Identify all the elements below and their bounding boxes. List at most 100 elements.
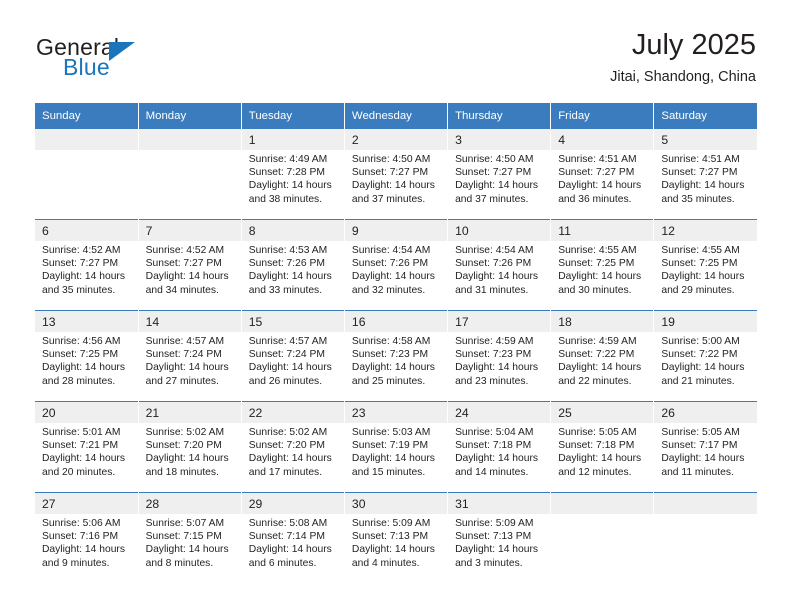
day-detail-lines: Sunrise: 5:01 AM Sunset: 7:21 PM Daylight:… xyxy=(35,423,138,479)
calendar-day-cell[interactable]: 20 Sunrise: 5:01 AM Sunset: 7:21 PM Dayligh… xyxy=(35,401,139,493)
daylight-text: and 35 minutes. xyxy=(661,193,735,205)
sunset-text: Sunset: 7:22 PM xyxy=(661,349,738,361)
sunset-text: Sunset: 7:18 PM xyxy=(558,440,635,452)
day-number xyxy=(551,493,654,514)
daylight-text: and 30 minutes. xyxy=(558,284,632,296)
daylight-text: Daylight: 14 hours xyxy=(351,180,435,192)
calendar-day-cell[interactable]: 18 Sunrise: 4:59 AM Sunset: 7:22 PM Dayligh… xyxy=(550,310,655,402)
calendar-day-cell[interactable]: 5 Sunrise: 4:51 AM Sunset: 7:27 PM Daylight… xyxy=(653,128,757,220)
calendar-day-cell[interactable]: 19 Sunrise: 5:00 AM Sunset: 7:22 PM Dayligh… xyxy=(653,310,757,402)
day-detail-lines: Sunrise: 4:53 AM Sunset: 7:26 PM Daylight:… xyxy=(242,241,344,297)
sunset-text: Sunset: 7:24 PM xyxy=(248,349,325,361)
daylight-text: Daylight: 14 hours xyxy=(455,180,539,192)
day-number: 20 xyxy=(35,402,138,423)
sunset-text: Sunset: 7:13 PM xyxy=(455,531,532,543)
title-block: July 2025 Jitai, Shandong, China xyxy=(610,28,756,87)
calendar-day-cell[interactable]: 7 Sunrise: 4:52 AM Sunset: 7:27 PM Daylight… xyxy=(138,219,242,311)
calendar-day-cell[interactable]: 21 Sunrise: 5:02 AM Sunset: 7:20 PM Dayligh… xyxy=(138,401,242,493)
calendar-day-cell[interactable]: 30 Sunrise: 5:09 AM Sunset: 7:13 PM Dayligh… xyxy=(344,492,449,583)
calendar-day-cell[interactable]: 2 Sunrise: 4:50 AM Sunset: 7:27 PM Daylight… xyxy=(344,128,449,220)
general-blue-logo: General Blue xyxy=(36,34,166,84)
day-detail-lines: Sunrise: 4:58 AM Sunset: 7:23 PM Daylight:… xyxy=(345,332,447,388)
calendar-day-cell[interactable]: 6 Sunrise: 4:52 AM Sunset: 7:27 PM Daylight… xyxy=(35,219,139,311)
day-number: 31 xyxy=(448,493,551,514)
blue-triangle-icon xyxy=(109,42,135,61)
calendar-day-cell[interactable]: 24 Sunrise: 5:04 AM Sunset: 7:18 PM Dayligh… xyxy=(447,401,552,493)
weekday-header-wednesday: Wednesday xyxy=(344,103,449,129)
calendar-day-cell[interactable]: 17 Sunrise: 4:59 AM Sunset: 7:23 PM Dayligh… xyxy=(447,310,552,402)
daylight-text: and 33 minutes. xyxy=(248,284,323,296)
calendar-day-cell[interactable]: 13 Sunrise: 4:56 AM Sunset: 7:25 PM Dayligh… xyxy=(35,310,139,402)
sunset-text: Sunset: 7:26 PM xyxy=(351,258,429,270)
sunset-text: Sunset: 7:17 PM xyxy=(661,440,738,452)
sunrise-text: Sunrise: 4:53 AM xyxy=(248,245,328,256)
day-number: 3 xyxy=(448,129,551,150)
calendar-day-cell[interactable]: 8 Sunrise: 4:53 AM Sunset: 7:26 PM Daylight… xyxy=(241,219,345,311)
sunrise-sunset-calendar-table: Sunday Monday Tuesday Wednesday Thursday Frid… xyxy=(35,103,757,583)
day-detail-lines: Sunrise: 4:52 AM Sunset: 7:27 PM Daylight:… xyxy=(139,241,241,297)
sunset-text: Sunset: 7:27 PM xyxy=(455,167,532,179)
calendar-week-row: 6 Sunrise: 4:52 AM Sunset: 7:27 PM Daylight… xyxy=(35,219,757,311)
calendar-week-row: 20 Sunrise: 5:01 AM Sunset: 7:21 PM Dayligh… xyxy=(35,401,757,493)
calendar-day-cell[interactable]: 23 Sunrise: 5:03 AM Sunset: 7:19 PM Dayligh… xyxy=(344,401,449,493)
calendar-day-cell[interactable]: 1 Sunrise: 4:49 AM Sunset: 7:28 PM Daylight… xyxy=(241,128,345,220)
sunrise-text: Sunrise: 4:50 AM xyxy=(351,154,431,165)
calendar-day-cell[interactable]: 10 Sunrise: 4:54 AM Sunset: 7:26 PM Dayligh… xyxy=(447,219,552,311)
sunrise-text: Sunrise: 5:05 AM xyxy=(558,427,637,438)
daylight-text: and 6 minutes. xyxy=(248,557,317,569)
daylight-text: Daylight: 14 hours xyxy=(248,544,332,556)
calendar-day-cell[interactable]: 9 Sunrise: 4:54 AM Sunset: 7:26 PM Daylight… xyxy=(344,219,449,311)
day-number: 2 xyxy=(344,129,448,150)
sunrise-text: Sunrise: 4:52 AM xyxy=(145,245,225,256)
daylight-text: and 8 minutes. xyxy=(145,557,214,569)
weekday-header-saturday: Saturday xyxy=(653,103,757,129)
day-number: 22 xyxy=(241,402,344,423)
daylight-text: and 36 minutes. xyxy=(558,193,632,205)
calendar-day-cell[interactable]: 12 Sunrise: 4:55 AM Sunset: 7:25 PM Dayligh… xyxy=(653,219,757,311)
sunrise-text: Sunrise: 4:55 AM xyxy=(661,245,740,256)
calendar-day-cell[interactable]: 16 Sunrise: 4:58 AM Sunset: 7:23 PM Dayligh… xyxy=(344,310,449,402)
day-number: 9 xyxy=(344,220,448,241)
calendar-day-cell[interactable]: 26 Sunrise: 5:05 AM Sunset: 7:17 PM Dayligh… xyxy=(653,401,757,493)
calendar-day-cell[interactable]: 29 Sunrise: 5:08 AM Sunset: 7:14 PM Dayligh… xyxy=(241,492,345,583)
sunset-text: Sunset: 7:19 PM xyxy=(351,440,429,452)
sunrise-text: Sunrise: 5:08 AM xyxy=(248,518,328,529)
day-number: 6 xyxy=(35,220,138,241)
day-detail-lines: Sunrise: 5:03 AM Sunset: 7:19 PM Daylight:… xyxy=(345,423,447,479)
sunrise-text: Sunrise: 5:02 AM xyxy=(248,427,328,438)
daylight-text: Daylight: 14 hours xyxy=(351,544,435,556)
daylight-text: Daylight: 14 hours xyxy=(455,271,539,283)
calendar-day-cell[interactable]: 31 Sunrise: 5:09 AM Sunset: 7:13 PM Dayligh… xyxy=(447,492,552,583)
sunrise-text: Sunrise: 4:50 AM xyxy=(455,154,534,165)
calendar-day-cell[interactable]: 4 Sunrise: 4:51 AM Sunset: 7:27 PM Daylight… xyxy=(550,128,655,220)
calendar-day-cell[interactable]: 27 Sunrise: 5:06 AM Sunset: 7:16 PM Dayligh… xyxy=(35,492,139,583)
daylight-text: Daylight: 14 hours xyxy=(455,453,539,465)
sunrise-text: Sunrise: 5:05 AM xyxy=(661,427,740,438)
calendar-day-cell[interactable]: 3 Sunrise: 4:50 AM Sunset: 7:27 PM Daylight… xyxy=(447,128,552,220)
sunrise-text: Sunrise: 4:57 AM xyxy=(145,336,225,347)
sunrise-text: Sunrise: 4:52 AM xyxy=(42,245,121,256)
calendar-day-cell[interactable]: 22 Sunrise: 5:02 AM Sunset: 7:20 PM Dayligh… xyxy=(241,401,345,493)
sunset-text: Sunset: 7:20 PM xyxy=(248,440,325,452)
calendar-day-cell[interactable]: 28 Sunrise: 5:07 AM Sunset: 7:15 PM Dayligh… xyxy=(138,492,242,583)
day-detail-lines: Sunrise: 5:06 AM Sunset: 7:16 PM Daylight:… xyxy=(35,514,138,570)
sunset-text: Sunset: 7:24 PM xyxy=(145,349,222,361)
daylight-text: Daylight: 14 hours xyxy=(42,271,125,283)
sunset-text: Sunset: 7:25 PM xyxy=(558,258,635,270)
daylight-text: Daylight: 14 hours xyxy=(145,271,229,283)
sunrise-text: Sunrise: 4:49 AM xyxy=(248,154,328,165)
calendar-day-cell[interactable]: 25 Sunrise: 5:05 AM Sunset: 7:18 PM Dayligh… xyxy=(550,401,655,493)
calendar-day-cell[interactable]: 11 Sunrise: 4:55 AM Sunset: 7:25 PM Dayligh… xyxy=(550,219,655,311)
sunset-text: Sunset: 7:21 PM xyxy=(42,440,119,452)
day-number: 21 xyxy=(138,402,241,423)
daylight-text: and 26 minutes. xyxy=(248,375,323,387)
daylight-text: and 29 minutes. xyxy=(661,284,735,296)
daylight-text: and 28 minutes. xyxy=(42,375,116,387)
day-detail-lines: Sunrise: 4:57 AM Sunset: 7:24 PM Daylight:… xyxy=(139,332,241,388)
day-number: 12 xyxy=(654,220,757,241)
day-number: 8 xyxy=(241,220,344,241)
daylight-text: Daylight: 14 hours xyxy=(351,362,435,374)
calendar-day-cell[interactable]: 15 Sunrise: 4:57 AM Sunset: 7:24 PM Dayligh… xyxy=(241,310,345,402)
day-detail-lines: Sunrise: 5:02 AM Sunset: 7:20 PM Daylight:… xyxy=(139,423,241,479)
calendar-day-cell[interactable]: 14 Sunrise: 4:57 AM Sunset: 7:24 PM Dayligh… xyxy=(138,310,242,402)
